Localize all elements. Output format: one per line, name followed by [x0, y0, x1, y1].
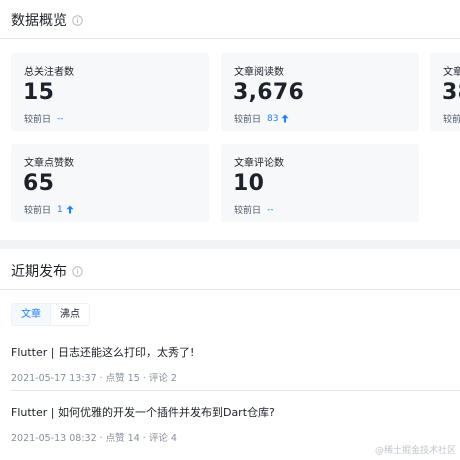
stat-card-article-likes: 文章点赞数 65 较前日 1 — [11, 144, 209, 222]
list-item: Flutter | 日志还能这么打印，太秀了! 2021-05-17 13:37… — [11, 344, 460, 384]
stat-label: 文章点赞数 — [24, 158, 74, 169]
stat-delta: 1 — [57, 204, 63, 215]
recent-posts-section: 近期发布 文章 沸点 Flutter | 日志还能这么打印，太秀了! 2021-… — [0, 249, 460, 460]
tab-articles[interactable]: 文章 — [12, 304, 50, 325]
stat-compare: 较前日 -- — [24, 112, 64, 126]
stat-value: 10 — [233, 171, 265, 196]
stat-label: 文章评论数 — [234, 158, 284, 169]
stat-delta: -- — [57, 113, 64, 124]
stat-compare-label: 较前日 — [234, 115, 262, 125]
stat-compare-label: 较前日 — [443, 115, 460, 125]
stat-card-partial: 文章 38 较前日 — [430, 53, 460, 131]
stat-card-article-comments: 文章评论数 10 较前日 -- — [221, 144, 419, 222]
post-title-link[interactable]: Flutter | 如何优雅的开发一个插件并发布到Dart仓库? — [11, 404, 460, 420]
stat-compare-label: 较前日 — [24, 206, 52, 216]
list-item: Flutter | 如何优雅的开发一个插件并发布到Dart仓库? 2021-05… — [11, 404, 460, 444]
stat-compare: 较前日 1 — [24, 203, 74, 216]
stat-label: 总关注者数 — [24, 67, 74, 78]
stat-value: 38 — [442, 80, 460, 105]
watermark: @稀土掘金技术社区 — [374, 446, 456, 456]
stat-compare: 较前日 83 — [234, 112, 289, 125]
stat-value: 15 — [23, 80, 55, 105]
stat-delta: -- — [267, 204, 274, 215]
recent-title: 近期发布 — [11, 264, 67, 280]
stat-value: 3,676 — [233, 80, 305, 105]
overview-header: 数据概览 — [11, 10, 83, 30]
arrow-up-icon — [281, 114, 289, 123]
info-icon[interactable] — [72, 14, 83, 26]
content-type-tabs: 文章 沸点 — [11, 303, 90, 326]
stat-delta: 83 — [267, 113, 279, 124]
stat-compare-label: 较前日 — [234, 206, 262, 216]
stat-compare-label: 较前日 — [24, 115, 52, 125]
stat-card-followers: 总关注者数 15 较前日 -- — [11, 53, 209, 131]
info-icon[interactable] — [72, 265, 83, 277]
post-title-link[interactable]: Flutter | 日志还能这么打印，太秀了! — [11, 344, 460, 360]
post-divider — [11, 390, 460, 391]
stat-card-article-reads: 文章阅读数 3,676 较前日 83 — [221, 53, 419, 131]
tab-pins[interactable]: 沸点 — [50, 304, 89, 325]
stat-value: 65 — [23, 171, 55, 196]
overview-divider — [0, 38, 460, 39]
stat-label: 文章 — [443, 67, 460, 78]
data-overview-section: 数据概览 总关注者数 15 较前日 -- 文章阅读数 3,676 较前日 83 … — [0, 0, 460, 240]
recent-header: 近期发布 — [11, 261, 83, 281]
overview-title: 数据概览 — [11, 13, 67, 29]
post-meta: 2021-05-13 08:32 · 点赞 14 · 评论 4 — [11, 433, 177, 444]
stat-compare: 较前日 — [443, 112, 460, 125]
recent-divider — [0, 289, 460, 290]
stat-compare: 较前日 -- — [234, 203, 274, 217]
stat-label: 文章阅读数 — [234, 67, 284, 78]
arrow-up-icon — [66, 205, 74, 214]
post-meta: 2021-05-17 13:37 · 点赞 15 · 评论 2 — [11, 373, 177, 384]
